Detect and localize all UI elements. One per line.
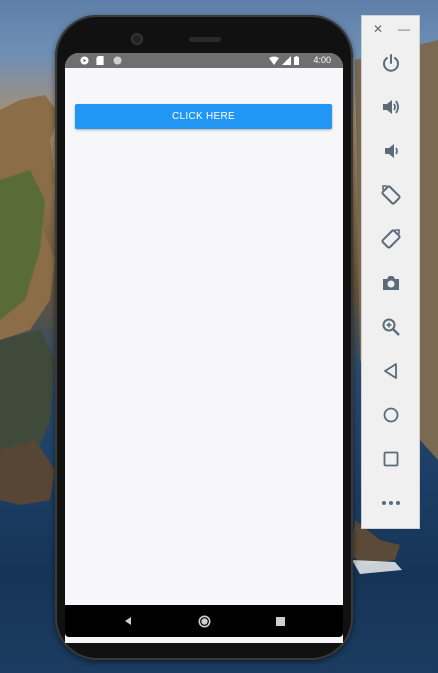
rotate-left-icon[interactable]	[376, 180, 406, 210]
more-icon[interactable]	[376, 488, 406, 518]
status-time: 4:00	[313, 55, 331, 65]
battery-icon	[293, 55, 299, 65]
camera-icon[interactable]	[376, 268, 406, 298]
rotate-right-icon[interactable]	[376, 224, 406, 254]
volume-down-icon[interactable]	[376, 136, 406, 166]
click-here-button[interactable]: CLICK HERE	[75, 104, 332, 129]
sd-card-icon	[95, 55, 105, 65]
status-bar: 4:00	[65, 53, 343, 68]
earpiece-speaker	[189, 37, 221, 42]
home-icon[interactable]	[196, 613, 212, 629]
front-camera	[131, 33, 143, 45]
phone-frame: 4:00 CLICK HERE	[55, 15, 353, 660]
close-icon[interactable]: ✕	[373, 22, 383, 36]
device-screen: 4:00 CLICK HERE	[65, 53, 343, 643]
play-protect-icon	[79, 55, 89, 65]
emulator-toolbar: ✕ —	[361, 15, 420, 529]
back-icon[interactable]	[120, 613, 136, 629]
minimize-icon[interactable]: —	[398, 22, 410, 36]
volume-up-icon[interactable]	[376, 92, 406, 122]
overview-icon[interactable]	[376, 444, 406, 474]
power-icon[interactable]	[376, 48, 406, 78]
navigation-bar	[65, 605, 343, 637]
circle-indicator-icon	[112, 55, 122, 65]
cell-signal-icon	[281, 55, 291, 65]
recents-icon[interactable]	[272, 613, 288, 629]
back-icon[interactable]	[376, 356, 406, 386]
zoom-icon[interactable]	[376, 312, 406, 342]
wifi-icon	[269, 55, 279, 65]
home-icon[interactable]	[376, 400, 406, 430]
